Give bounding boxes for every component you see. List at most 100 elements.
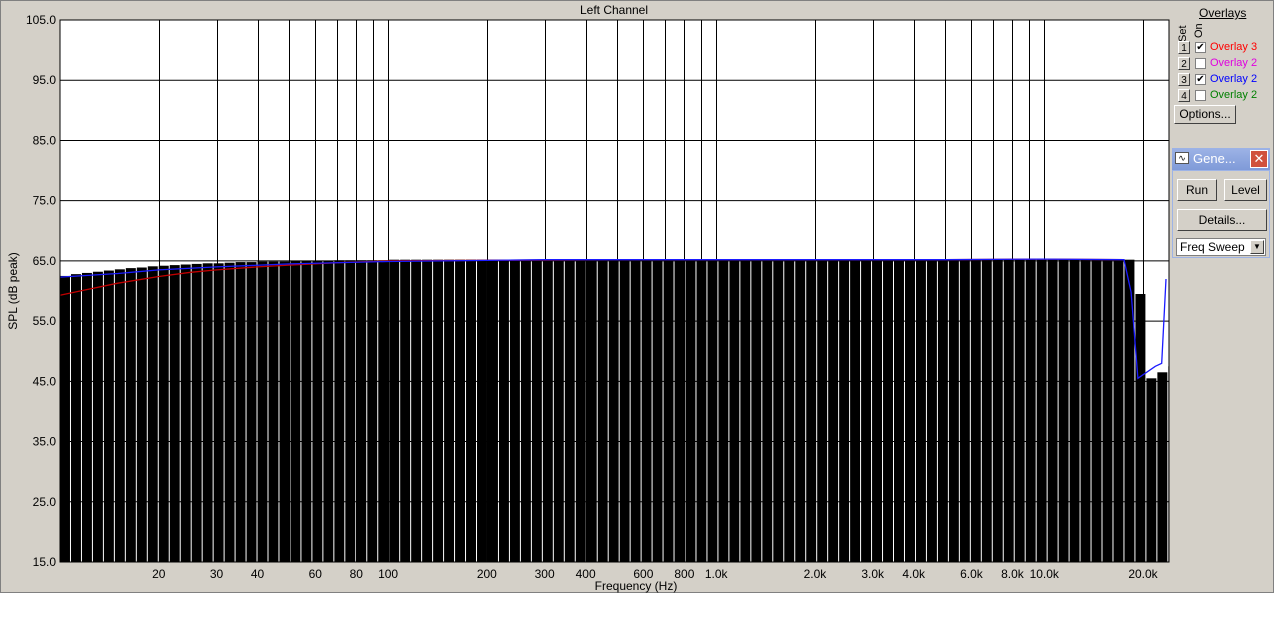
bar xyxy=(575,259,586,562)
y-tick-labels: 15.0 25.0 35.0 45.0 55.0 65.0 75.0 85.0 95.0 105.… xyxy=(26,13,56,569)
bar xyxy=(619,259,630,562)
sweep-mode-value: Freq Sweep xyxy=(1180,240,1245,254)
y-tick-label: 65.0 xyxy=(33,254,57,268)
bar xyxy=(202,263,213,562)
bar xyxy=(312,260,323,562)
set-column-label: Set xyxy=(1177,25,1189,42)
x-tick-label: 400 xyxy=(576,567,596,581)
bar xyxy=(707,259,718,562)
bar xyxy=(740,259,751,562)
bar xyxy=(477,259,487,562)
x-tick-label: 30 xyxy=(210,567,224,581)
close-icon[interactable]: ✕ xyxy=(1250,150,1268,168)
bar xyxy=(147,266,158,562)
chevron-down-icon[interactable]: ▼ xyxy=(1250,240,1264,254)
overlay-name-4: Overlay 2 xyxy=(1210,89,1258,101)
bar xyxy=(466,259,477,562)
bar xyxy=(729,259,740,562)
x-tick-label: 40 xyxy=(251,567,265,581)
bar xyxy=(301,260,312,562)
x-tick-label: 20.0k xyxy=(1128,567,1158,581)
bar xyxy=(81,272,92,562)
overlay-set-button-3[interactable]: 3 xyxy=(1178,73,1190,86)
y-tick-label: 15.0 xyxy=(33,555,57,569)
x-tick-label: 4.0k xyxy=(902,567,926,581)
bar xyxy=(103,270,114,562)
bar xyxy=(970,259,981,562)
chart: 15.0 25.0 35.0 45.0 55.0 65.0 75.0 85.0 95.0 105.… xyxy=(6,3,1170,593)
details-button[interactable]: Details... xyxy=(1177,209,1267,231)
bar xyxy=(861,259,872,562)
bar xyxy=(915,259,926,562)
overlay-checkbox-1[interactable]: ✔ xyxy=(1195,42,1206,53)
bar xyxy=(937,259,948,562)
y-tick-label: 75.0 xyxy=(33,194,57,208)
bar xyxy=(279,261,290,562)
bar xyxy=(356,260,367,562)
bar xyxy=(334,260,345,562)
bar xyxy=(1047,259,1058,562)
bar xyxy=(213,263,224,562)
x-tick-label: 2.0k xyxy=(804,567,828,581)
bar xyxy=(1091,259,1102,562)
overlay-set-button-4[interactable]: 4 xyxy=(1178,89,1190,102)
bar xyxy=(487,259,498,562)
on-column-label: On xyxy=(1193,23,1205,38)
bar xyxy=(224,262,235,562)
generator-title-bar[interactable]: ∿ Gene... ✕ xyxy=(1172,148,1270,170)
bar xyxy=(257,261,268,562)
x-tick-label: 200 xyxy=(477,567,497,581)
bar xyxy=(630,259,641,562)
bar xyxy=(1080,259,1091,562)
y-tick-label: 35.0 xyxy=(33,435,57,449)
bar xyxy=(169,265,180,562)
bar xyxy=(806,259,817,562)
bar xyxy=(564,259,575,562)
bar xyxy=(389,259,400,562)
overlay-checkbox-3[interactable]: ✔ xyxy=(1195,74,1206,85)
level-button[interactable]: Level xyxy=(1224,179,1267,201)
bar xyxy=(444,259,455,562)
bar xyxy=(531,259,542,562)
bar xyxy=(191,263,202,562)
overlay-set-button-2[interactable]: 2 xyxy=(1178,57,1190,70)
overlays-header[interactable]: Overlays xyxy=(1199,6,1246,20)
bar xyxy=(520,259,531,562)
x-tick-label: 60 xyxy=(309,567,323,581)
bar xyxy=(268,261,279,562)
run-button[interactable]: Run xyxy=(1177,179,1217,201)
sweep-mode-select[interactable]: Freq Sweep ▼ xyxy=(1176,238,1266,256)
bar xyxy=(948,259,959,562)
bar xyxy=(246,262,257,562)
options-button[interactable]: Options... xyxy=(1174,105,1236,124)
overlay-checkbox-2[interactable] xyxy=(1195,58,1206,69)
overlay-checkbox-4[interactable] xyxy=(1195,90,1206,101)
bar xyxy=(345,260,356,562)
bar xyxy=(992,259,1003,562)
overlay-name-2: Overlay 2 xyxy=(1210,57,1258,69)
bar xyxy=(795,259,806,562)
bar xyxy=(894,259,904,562)
bar xyxy=(773,259,784,562)
y-tick-label: 105.0 xyxy=(26,13,56,27)
bar xyxy=(235,262,246,562)
y-tick-label: 45.0 xyxy=(33,374,57,388)
bar xyxy=(872,259,883,562)
bar xyxy=(674,259,685,562)
x-tick-label: 80 xyxy=(350,567,364,581)
waveform-icon: ∿ xyxy=(1175,152,1189,164)
y-tick-label: 25.0 xyxy=(33,495,57,509)
y-tick-label: 95.0 xyxy=(33,73,57,87)
bar xyxy=(323,260,334,562)
bar xyxy=(400,259,411,562)
y-tick-label: 85.0 xyxy=(33,133,57,147)
bar xyxy=(1135,294,1146,562)
bar xyxy=(553,259,564,562)
overlay-set-button-1[interactable]: 1 xyxy=(1178,41,1190,54)
bar xyxy=(60,275,70,562)
bar xyxy=(498,259,509,562)
x-tick-label: 800 xyxy=(674,567,694,581)
bar xyxy=(509,259,520,562)
bar xyxy=(180,264,191,562)
bar xyxy=(762,259,773,562)
